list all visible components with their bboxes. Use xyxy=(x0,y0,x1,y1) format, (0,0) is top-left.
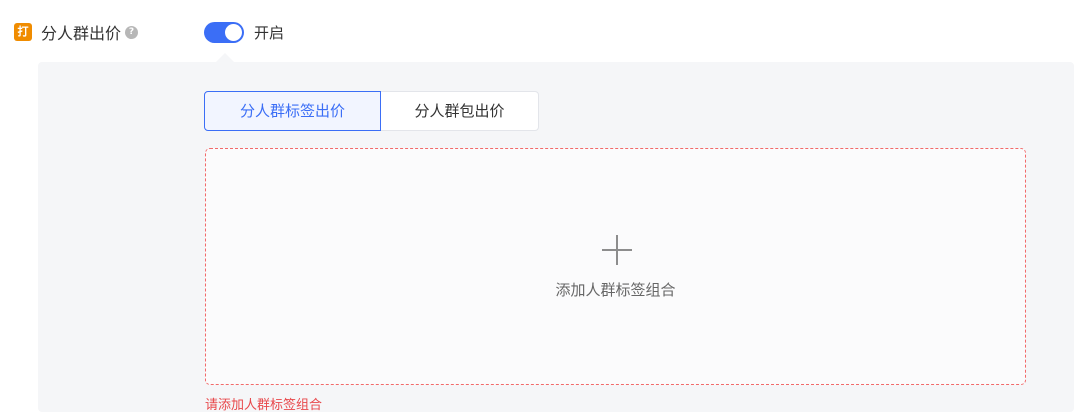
setting-row-label: 打 分人群出价 ? xyxy=(14,20,139,44)
tab-crowd-tag-bid[interactable]: 分人群标签出价 xyxy=(204,91,381,131)
enable-toggle[interactable] xyxy=(204,21,244,43)
validation-error: 请添加人群标签组合 xyxy=(205,398,323,412)
question-circle-icon[interactable]: ? xyxy=(125,25,139,39)
tab-crowd-package-bid[interactable]: 分人群包出价 xyxy=(381,91,539,131)
setting-badge-icon: 打 xyxy=(14,23,32,41)
add-crowd-tag-combination-button[interactable]: 添加人群标签组合 xyxy=(205,148,1026,385)
toggle-label: 开启 xyxy=(254,23,285,42)
toggle-group: 开启 xyxy=(204,20,284,44)
toggle-knob xyxy=(225,23,242,41)
add-combination-label: 添加人群标签组合 xyxy=(555,281,676,299)
bidding-settings-page: 打 分人群出价 ? 开启 分人群标签出价 分人群包出价 添加人群标签组合 请添加… xyxy=(0,0,1080,412)
bid-mode-tabs: 分人群标签出价 分人群包出价 xyxy=(204,91,539,131)
panel-pointer-arrow xyxy=(216,53,234,62)
setting-label: 分人群出价 xyxy=(41,24,122,43)
plus-icon xyxy=(602,235,632,265)
